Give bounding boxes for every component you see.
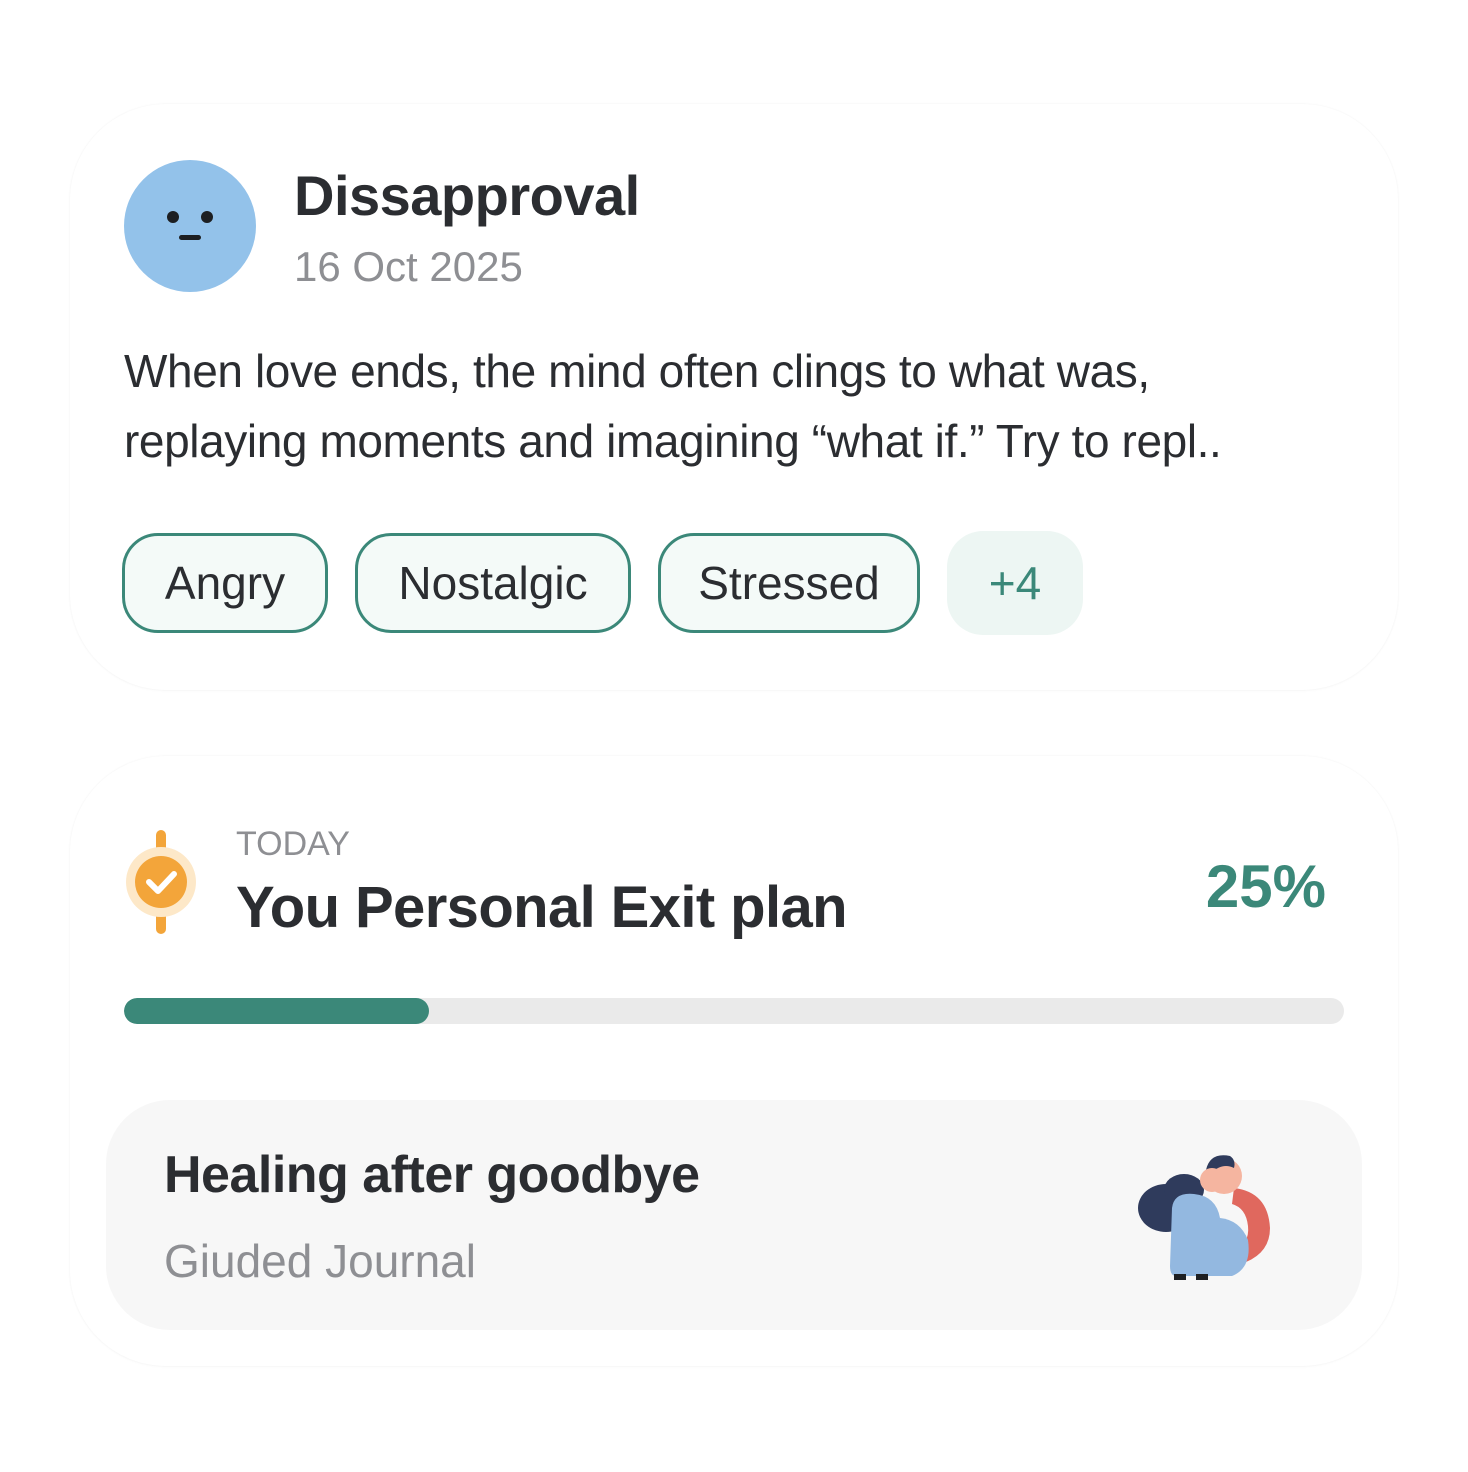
tag-angry[interactable]: Angry bbox=[122, 533, 328, 633]
mood-date: 16 Oct 2025 bbox=[294, 243, 523, 290]
tag-stressed[interactable]: Stressed bbox=[658, 533, 920, 633]
neutral-face-icon bbox=[124, 160, 256, 292]
journal-title: Healing after goodbye bbox=[164, 1146, 700, 1204]
plan-progress-percent: 25% bbox=[1205, 853, 1326, 920]
more-tags-button[interactable]: +4 bbox=[947, 531, 1083, 635]
plan-progress-fill bbox=[124, 998, 429, 1024]
guided-journal-card[interactable]: Healing after goodbye Giuded Journal bbox=[106, 1100, 1362, 1330]
tag-nostalgic[interactable]: Nostalgic bbox=[355, 533, 631, 633]
mood-title: Dissapproval bbox=[294, 164, 640, 227]
mood-entry-text: When love ends, the mind often clings to… bbox=[124, 345, 1222, 467]
plan-overline: TODAY bbox=[236, 825, 350, 863]
journal-subtitle: Giuded Journal bbox=[164, 1235, 476, 1287]
milestone-check-icon bbox=[126, 830, 196, 934]
exit-plan-card[interactable]: TODAY You Personal Exit plan 25% Healing… bbox=[70, 756, 1398, 1366]
mood-entry-card[interactable]: Dissapproval 16 Oct 2025 When love ends,… bbox=[70, 104, 1398, 690]
embracing-couple-illustration bbox=[1136, 1148, 1280, 1284]
emotion-tags: Angry Nostalgic Stressed +4 bbox=[122, 531, 1083, 635]
plan-title: You Personal Exit plan bbox=[236, 875, 848, 940]
plan-progress-bar bbox=[124, 998, 1344, 1024]
